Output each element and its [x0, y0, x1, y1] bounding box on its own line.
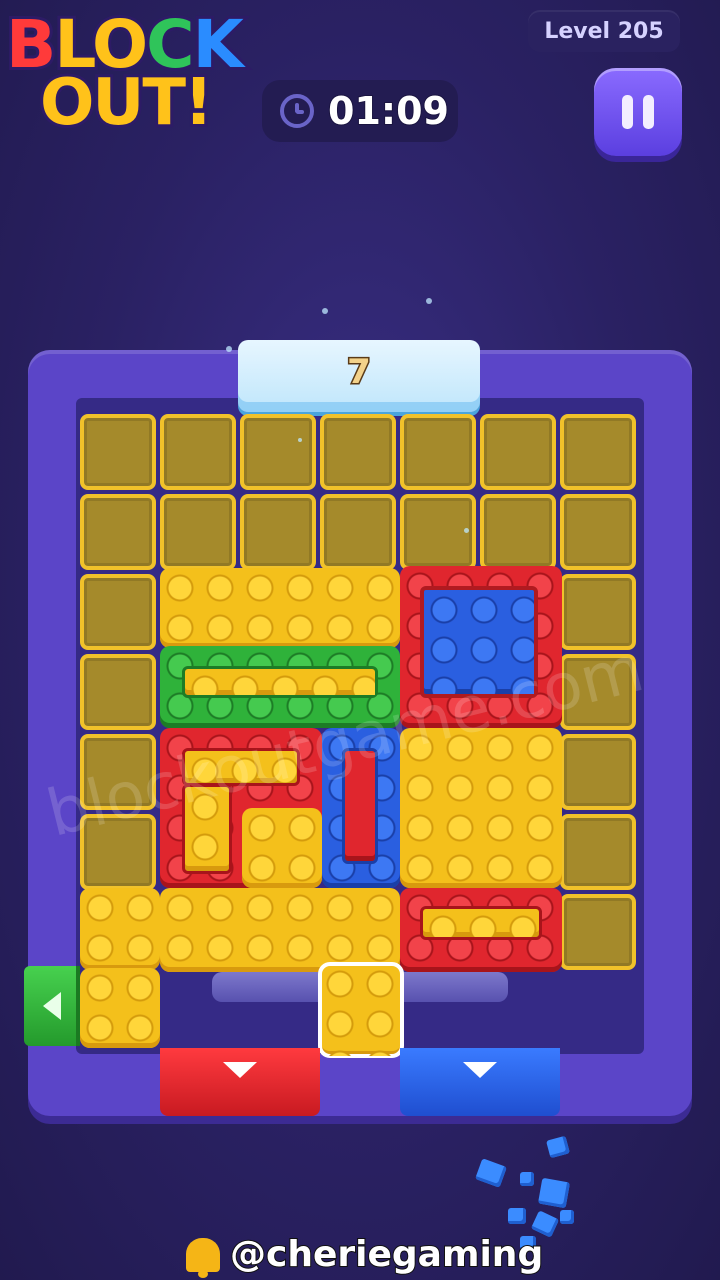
empty-board-cell: [160, 494, 236, 570]
particle-cube: [537, 1177, 571, 1209]
empty-board-cell: [240, 494, 316, 570]
empty-board-cell: [560, 734, 636, 810]
empty-board-cell: [320, 414, 396, 490]
pause-button[interactable]: [594, 68, 682, 156]
red-exit-gate: [160, 1048, 320, 1116]
water-drop: [322, 308, 328, 314]
empty-board-cell: [560, 814, 636, 890]
empty-board-cell: [560, 414, 636, 490]
empty-board-cell: [80, 574, 156, 650]
particle-cube: [475, 1158, 507, 1188]
empty-board-cell: [320, 494, 396, 570]
water-drop: [298, 438, 302, 442]
gate-remaining-count: 7: [346, 351, 373, 394]
particle-cube: [508, 1208, 526, 1224]
empty-board-cell: [160, 414, 236, 490]
particle-cube: [520, 1172, 534, 1186]
countdown-timer: 01:09: [262, 80, 458, 142]
bell-icon: [186, 1237, 220, 1278]
clock-icon: [280, 94, 314, 128]
arrow-left-icon: [43, 992, 61, 1020]
timer-value: 01:09: [327, 88, 450, 134]
level-indicator: Level 205: [528, 10, 680, 52]
yellow-block[interactable]: [160, 888, 400, 972]
water-drop: [226, 346, 232, 352]
water-drop: [464, 528, 469, 533]
empty-board-cell: [80, 414, 156, 490]
empty-board-cell: [240, 414, 316, 490]
empty-board-cell: [560, 494, 636, 570]
yellow-block[interactable]: [242, 808, 322, 888]
green-exit-gate: [24, 966, 80, 1046]
top-exit-gate: 7: [238, 340, 480, 412]
empty-board-cell: [480, 494, 556, 570]
logo-title-line2: OUT!: [37, 63, 216, 143]
water-drop: [426, 298, 432, 304]
creator-credit: @cheriegaming: [186, 1233, 544, 1278]
arrow-down-icon: [223, 1062, 257, 1078]
yellow-block[interactable]: [160, 568, 400, 648]
pause-icon: [622, 95, 633, 129]
empty-board-cell: [80, 494, 156, 570]
red-block[interactable]: [400, 888, 562, 972]
particle-cube: [560, 1210, 574, 1224]
empty-board-cell: [80, 654, 156, 730]
selected-yellow-block[interactable]: [318, 962, 404, 1058]
credit-text: @cheriegaming: [229, 1233, 544, 1276]
empty-board-cell: [480, 414, 556, 490]
empty-board-cell: [560, 894, 636, 970]
yellow-block[interactable]: [80, 968, 160, 1048]
empty-board-cell: [400, 414, 476, 490]
arrow-down-icon: [463, 1062, 497, 1078]
yellow-block[interactable]: [80, 888, 160, 970]
particle-cube: [546, 1135, 570, 1159]
blue-exit-gate: [400, 1048, 560, 1116]
game-logo: BLOCK OUT!: [0, 0, 260, 150]
